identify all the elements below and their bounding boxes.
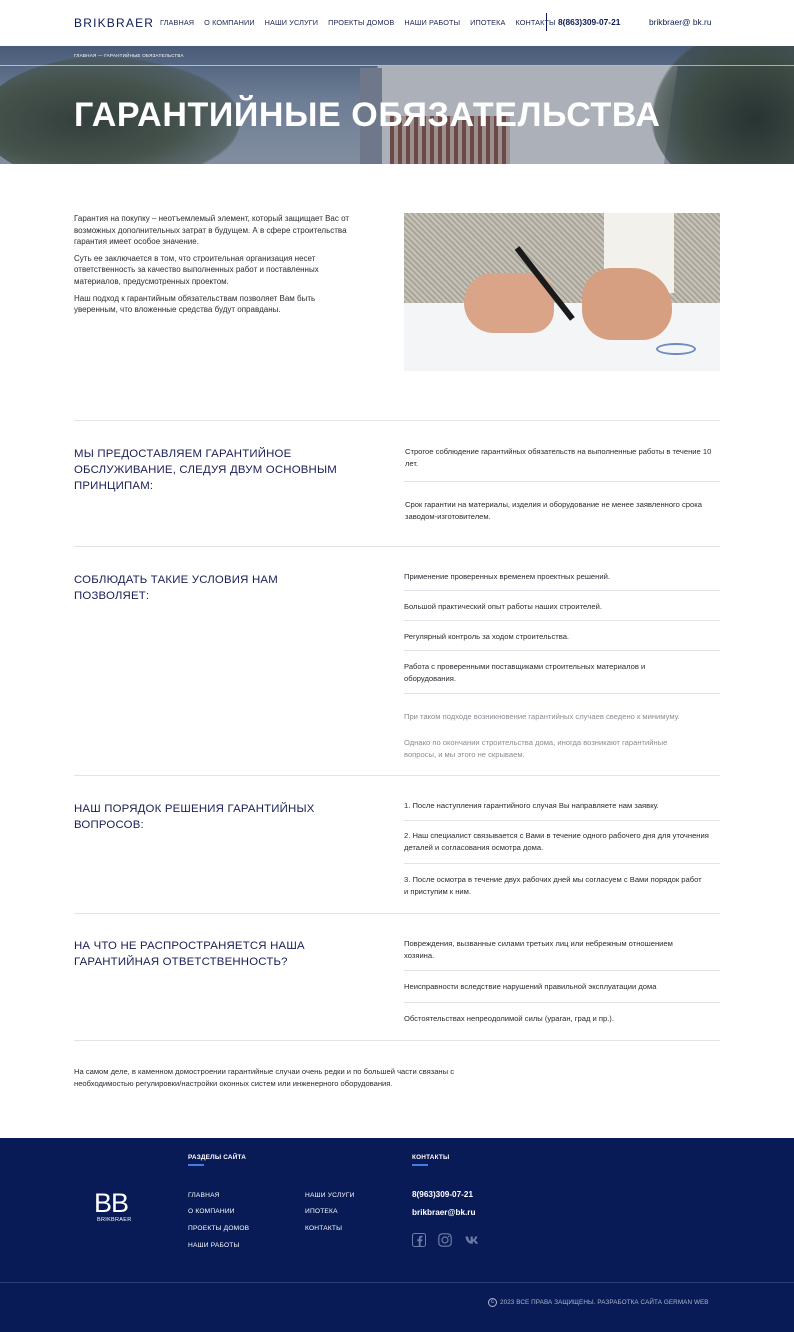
item-divider xyxy=(404,620,720,621)
list-item: 1. После наступления гарантийного случая… xyxy=(404,801,659,810)
nav-item-works[interactable]: НАШИ РАБОТЫ xyxy=(404,18,460,27)
list-item: Большой практический опыт работы наших с… xyxy=(404,602,602,611)
photo-paper xyxy=(404,303,720,371)
footer-link-home[interactable]: ГЛАВНАЯ xyxy=(188,1192,220,1199)
site-logo[interactable]: BRIKBRAER xyxy=(74,16,154,30)
page-title: ГАРАНТИЙНЫЕ ОБЯЗАТЕЛЬСТВА xyxy=(74,96,661,134)
list-item: Обстоятельствах непреодолимой силы (ураг… xyxy=(404,1014,614,1023)
item-divider xyxy=(404,820,720,821)
item-divider xyxy=(404,650,720,651)
heading-underline xyxy=(412,1164,428,1166)
section-divider xyxy=(74,420,720,421)
footer-link-about[interactable]: О КОМПАНИИ xyxy=(188,1208,235,1215)
header-email[interactable]: brikbraer@ bk.ru xyxy=(649,17,712,27)
main-nav: ГЛАВНАЯ О КОМПАНИИ НАШИ УСЛУГИ ПРОЕКТЫ Д… xyxy=(160,18,556,27)
list-item: 2. Наш специалист связывается с Вами в т… xyxy=(404,831,709,852)
list-item: Повреждения, вызванные силами третьих ли… xyxy=(404,939,673,960)
instagram-icon[interactable] xyxy=(438,1233,452,1247)
footer-logo-text: BRIKBRAER xyxy=(97,1217,132,1223)
footer-sections-heading: РАЗДЕЛЫ САЙТА xyxy=(188,1154,247,1161)
hero-divider xyxy=(0,65,794,66)
footer-divider xyxy=(0,1282,794,1283)
intro-paragraph: Гарантия на покупку – неотъемлемый элеме… xyxy=(74,214,350,247)
section-title: СОБЛЮДАТЬ ТАКИЕ УСЛОВИЯ НАМ ПОЗВОЛЯЕТ: xyxy=(74,574,278,602)
list-item: 3. После осмотра в течение двух рабочих … xyxy=(404,875,702,896)
header-divider xyxy=(546,13,547,31)
site-header: BRIKBRAER ГЛАВНАЯ О КОМПАНИИ НАШИ УСЛУГИ… xyxy=(0,0,794,46)
section-title: НА ЧТО НЕ РАСПРОСТРАНЯЕТСЯ НАША ГАРАНТИЙ… xyxy=(74,940,305,968)
footer-phone[interactable]: 8(963)309-07-21 xyxy=(412,1190,473,1199)
item-divider xyxy=(404,863,720,864)
item-divider xyxy=(404,481,720,482)
photo-stamp xyxy=(656,343,696,355)
nav-item-projects[interactable]: ПРОЕКТЫ ДОМОВ xyxy=(328,18,394,27)
section-divider xyxy=(74,913,720,914)
section-divider xyxy=(74,1040,720,1041)
nav-item-about[interactable]: О КОМПАНИИ xyxy=(204,18,255,27)
intro-paragraph: Суть ее заключается в том, что строитель… xyxy=(74,253,319,286)
intro-text: Гарантия на покупку – неотъемлемый элеме… xyxy=(74,213,354,321)
copyright-icon: c xyxy=(488,1298,497,1307)
footer-link-works[interactable]: НАШИ РАБОТЫ xyxy=(188,1242,240,1249)
photo-hand-right xyxy=(582,268,672,340)
footer-logo-mark[interactable]: BB xyxy=(94,1188,129,1219)
section-title: МЫ ПРЕДОСТАВЛЯЕМ ГАРАНТИЙНОЕ ОБСЛУЖИВАНИ… xyxy=(74,448,337,492)
nav-item-services[interactable]: НАШИ УСЛУГИ xyxy=(265,18,318,27)
item-divider xyxy=(404,693,720,694)
nav-item-mortgage[interactable]: ИПОТЕКА xyxy=(470,18,505,27)
vk-icon[interactable] xyxy=(465,1233,479,1247)
item-divider xyxy=(404,590,720,591)
section-divider xyxy=(74,775,720,776)
item-divider xyxy=(404,970,720,971)
breadcrumb[interactable]: ГЛАВНАЯ — ГАРАНТИЙНЫЕ ОБЯЗАТЕЛЬСТВА xyxy=(74,53,184,58)
nav-item-home[interactable]: ГЛАВНАЯ xyxy=(160,18,194,27)
heading-underline xyxy=(188,1164,204,1166)
signing-document-photo xyxy=(404,213,720,371)
list-item: Строгое соблюдение гарантийных обязатель… xyxy=(405,447,712,468)
intro-paragraph: Наш подход к гарантийным обязательствам … xyxy=(74,293,316,315)
hero-banner: ГЛАВНАЯ — ГАРАНТИЙНЫЕ ОБЯЗАТЕЛЬСТВА ГАРА… xyxy=(0,46,794,164)
footer-contacts-heading: КОНТАКТЫ xyxy=(412,1154,450,1161)
list-item: Неисправности вследствие нарушений прави… xyxy=(404,982,657,991)
note-text: При таком подходе возникновение гарантий… xyxy=(404,712,680,721)
note-text: Однако по окончании строительства дома, … xyxy=(404,738,668,759)
footer-link-services[interactable]: НАШИ УСЛУГИ xyxy=(305,1192,355,1199)
footer-link-projects[interactable]: ПРОЕКТЫ ДОМОВ xyxy=(188,1225,249,1232)
facebook-icon[interactable] xyxy=(412,1233,426,1247)
item-divider xyxy=(404,1002,720,1003)
copyright-text: 2023 ВСЕ ПРАВА ЗАЩИЩЕНЫ. РАЗРАБОТКА САЙТ… xyxy=(500,1299,709,1306)
header-phone[interactable]: 8(863)309-07-21 xyxy=(558,17,620,27)
footer-copyright: c 2023 ВСЕ ПРАВА ЗАЩИЩЕНЫ. РАЗРАБОТКА СА… xyxy=(488,1298,709,1307)
site-footer: BB BRIKBRAER РАЗДЕЛЫ САЙТА ГЛАВНАЯ О КОМ… xyxy=(0,1138,794,1332)
section-divider xyxy=(74,546,720,547)
list-item: Регулярный контроль за ходом строительст… xyxy=(404,632,570,641)
footer-email[interactable]: brikbraer@bk.ru xyxy=(412,1208,476,1217)
list-item: Применение проверенных временем проектны… xyxy=(404,572,610,581)
closing-paragraph: На самом деле, в каменном домостроении г… xyxy=(74,1067,454,1088)
section-title: НАШ ПОРЯДОК РЕШЕНИЯ ГАРАНТИЙНЫХ ВОПРОСОВ… xyxy=(74,803,315,831)
nav-item-contacts[interactable]: КОНТАКТЫ xyxy=(515,18,555,27)
list-item: Работа с проверенными поставщиками строи… xyxy=(404,662,646,683)
list-item: Срок гарантии на материалы, изделия и об… xyxy=(405,500,702,521)
footer-link-contacts[interactable]: КОНТАКТЫ xyxy=(305,1225,342,1232)
footer-link-mortgage[interactable]: ИПОТЕКА xyxy=(305,1208,338,1215)
